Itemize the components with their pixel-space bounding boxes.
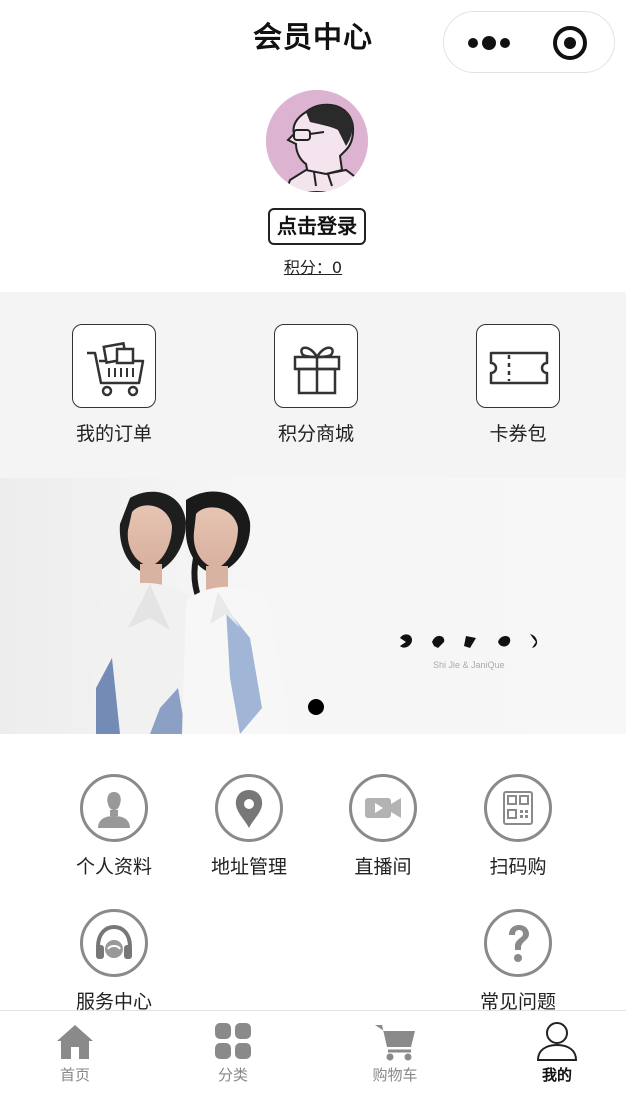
banner-caption: Shi Jie & JaniQue [433, 660, 505, 670]
target-icon [553, 26, 587, 60]
service-address[interactable]: 地址管理 [189, 774, 309, 879]
nav-header: 会员中心 [0, 0, 626, 80]
service-faq[interactable]: 常见问题 [458, 909, 578, 1014]
close-program-button[interactable] [552, 25, 588, 61]
tab-label: 分类 [217, 1066, 248, 1084]
live-icon-circle [349, 774, 417, 842]
scan-icon-circle [484, 774, 552, 842]
mini-program-capsule [443, 11, 615, 73]
quick-item-orders[interactable]: 我的订单 [44, 324, 184, 454]
tab-home[interactable]: 首页 [20, 1021, 130, 1085]
more-dots-icon [468, 36, 510, 50]
service-label: 扫码购 [489, 856, 547, 878]
grid-icon [215, 1023, 251, 1059]
quick-item-label: 卡券包 [489, 423, 547, 445]
ticket-icon [489, 351, 549, 385]
location-pin-icon [235, 790, 263, 828]
points-text: 积分：0 [283, 258, 343, 277]
quick-item-points-mall[interactable]: 积分商城 [246, 324, 386, 454]
points-link[interactable]: 积分：0 [0, 254, 626, 278]
tab-label: 购物车 [372, 1066, 418, 1084]
qr-code-icon [503, 791, 533, 825]
service-label: 直播间 [354, 856, 412, 878]
shopping-cart-icon [87, 341, 145, 397]
gift-icon [293, 346, 341, 395]
service-label: 个人资料 [75, 856, 152, 878]
avatar-sketch-icon [266, 90, 368, 192]
home-icon [57, 1025, 93, 1059]
login-button[interactable]: 点击登录 [268, 208, 366, 245]
tab-label: 首页 [59, 1066, 90, 1084]
service-label: 地址管理 [210, 856, 287, 878]
tab-cart[interactable]: 购物车 [340, 1021, 450, 1085]
tab-category[interactable]: 分类 [178, 1021, 288, 1085]
promo-banner[interactable]: Shi Jie & JaniQue [0, 478, 626, 734]
service-scan[interactable]: 扫码购 [458, 774, 578, 879]
quick-item-label: 我的订单 [75, 423, 152, 445]
service-center[interactable]: 服务中心 [54, 909, 174, 1014]
quick-menu: 我的订单 积分商城 卡券包 [0, 292, 626, 478]
service-center-icon-circle [80, 909, 148, 977]
video-camera-icon [365, 798, 401, 818]
person-icon [536, 1022, 578, 1061]
cart-icon [375, 1025, 415, 1061]
profile-icon-circle [80, 774, 148, 842]
service-live[interactable]: 直播间 [323, 774, 443, 879]
avatar[interactable] [266, 90, 368, 192]
tab-label: 我的 [541, 1066, 572, 1084]
points-mall-icon-box [274, 324, 358, 408]
service-profile[interactable]: 个人资料 [54, 774, 174, 879]
tab-mine[interactable]: 我的 [502, 1021, 612, 1085]
faq-icon-circle [484, 909, 552, 977]
address-icon-circle [215, 774, 283, 842]
carousel-indicator-dot[interactable] [308, 699, 324, 715]
banner-image [88, 491, 538, 734]
bottom-tab-bar: 首页 分类 购物车 我的 [0, 1010, 626, 1094]
more-menu-button[interactable] [462, 25, 520, 61]
member-center-page: 会员中心 点击登录 积分：0 我的订单 积分商城 卡券包 Shi Jie & J… [0, 0, 626, 1094]
quick-item-coupons[interactable]: 卡券包 [448, 324, 588, 454]
question-icon [509, 925, 529, 962]
quick-item-label: 积分商城 [277, 423, 354, 445]
orders-icon-box [72, 324, 156, 408]
user-icon [98, 792, 130, 828]
coupons-icon-box [476, 324, 560, 408]
headset-icon [96, 924, 132, 959]
